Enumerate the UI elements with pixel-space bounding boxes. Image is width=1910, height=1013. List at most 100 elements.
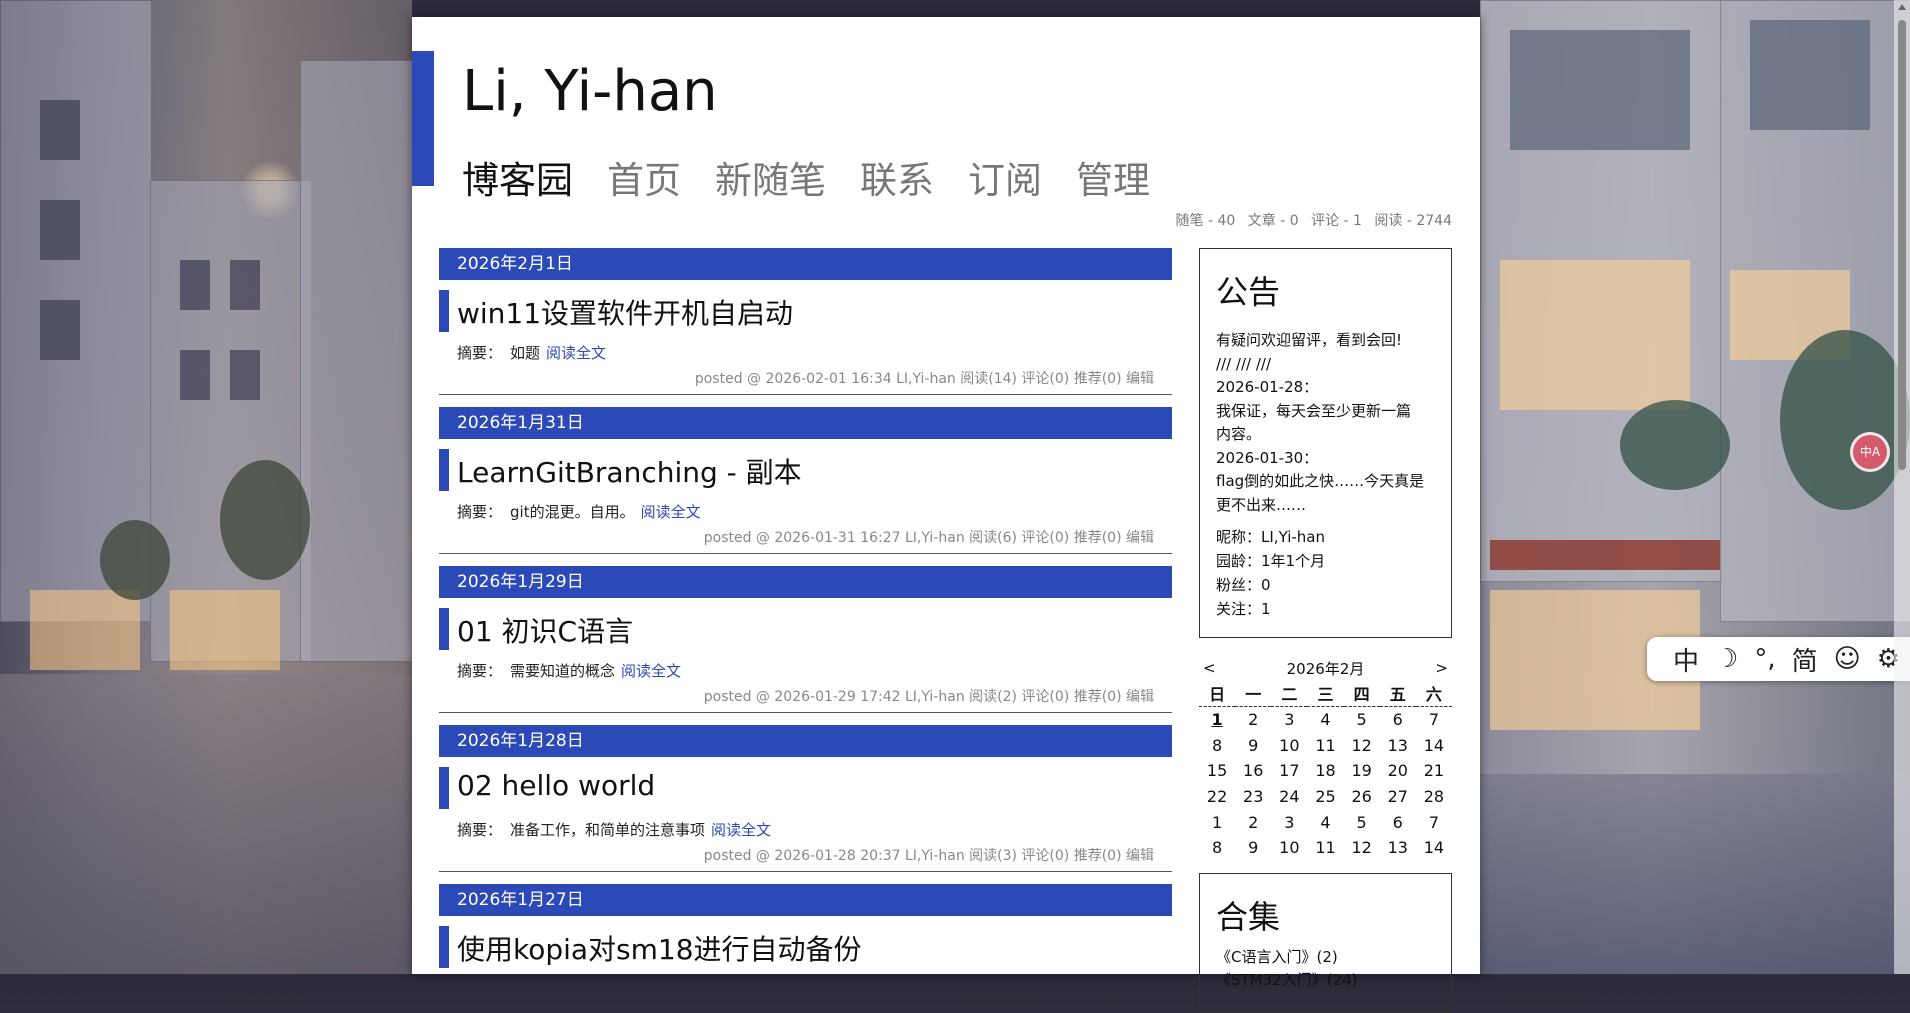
post-date-header: 2026年2月1日	[439, 248, 1172, 280]
read-more-link[interactable]: 阅读全文	[711, 821, 771, 839]
summary-label: 摘要：	[457, 503, 503, 521]
collection-item-link[interactable]: 《C语言入门》(2)	[1216, 946, 1435, 969]
stat-comments: 评论 - 1	[1311, 213, 1362, 229]
edit-link[interactable]: 编辑	[1126, 848, 1154, 864]
notice-line: flag倒的如此之快……今天真是	[1216, 472, 1425, 490]
calendar-day: 19	[1351, 761, 1372, 781]
weekday-label: 三	[1307, 680, 1344, 707]
background-street-left	[0, 0, 414, 974]
profile-label: 昵称：	[1216, 528, 1262, 546]
collection-item-link[interactable]: 《STM32入门》(24)	[1216, 969, 1435, 992]
post-item: 2026年2月1日 win11设置软件开机自启动 摘要： 如题 阅读全文 poste…	[439, 248, 1172, 395]
calendar-day: 2	[1248, 710, 1259, 730]
calendar-day-today[interactable]: 1	[1199, 707, 1235, 733]
scrollbar-thumb[interactable]	[1898, 20, 1906, 470]
post-meta: posted @ 2026-01-28 20:37 LI,Yi-han 阅读(3…	[439, 845, 1172, 865]
notice-line: 更不出来……	[1216, 495, 1307, 514]
nav-cnblogs[interactable]: 博客园	[462, 150, 573, 204]
header-accent-bar	[412, 51, 434, 186]
edit-link[interactable]: 编辑	[1126, 530, 1154, 546]
notice-line: 有疑问欢迎留评，看到会回!	[1216, 331, 1403, 349]
calendar-next-button[interactable]: >	[1431, 659, 1452, 677]
summary-label: 摘要：	[457, 821, 503, 839]
read-more-link[interactable]: 阅读全文	[546, 344, 606, 362]
nav-home[interactable]: 首页	[607, 150, 681, 204]
scroll-up-arrow-icon[interactable]	[1898, 4, 1906, 10]
read-more-link[interactable]: 阅读全文	[641, 503, 701, 521]
calendar-day: 13	[1387, 838, 1408, 858]
blog-page: Li, Yi-han 博客园 首页 新随笔 联系 订阅 管理 随笔 - 40 文…	[412, 17, 1480, 1013]
calendar-day: 14	[1423, 838, 1445, 858]
post-summary: 摘要： 需要知道的概念 阅读全文	[457, 660, 1172, 682]
post-date-header: 2026年1月28日	[439, 725, 1172, 757]
nav-subscribe[interactable]: 订阅	[968, 150, 1042, 204]
profile-nickname-link[interactable]: LI,Yi-han	[1261, 528, 1325, 546]
emoji-icon[interactable]: ☺	[1834, 644, 1861, 674]
post-title-link[interactable]: LearnGitBranching - 副本	[457, 451, 802, 491]
blog-stats: 随笔 - 40 文章 - 0 评论 - 1 阅读 - 2744	[1168, 210, 1452, 230]
profile-age-link[interactable]: 1年1个月	[1261, 552, 1325, 570]
post-title-link[interactable]: 02 hello world	[457, 769, 655, 802]
post-meta: posted @ 2026-01-29 17:42 LI,Yi-han 阅读(2…	[439, 686, 1172, 706]
summary-text: 准备工作，和简单的注意事项	[510, 821, 706, 839]
post-summary: 摘要： git的混更。自用。 阅读全文	[457, 501, 1172, 523]
stat-reads: 阅读 - 2744	[1374, 213, 1452, 229]
sidebar: 公告 有疑问欢迎留评，看到会回! /// /// /// 2026-01-28：…	[1199, 248, 1452, 1013]
weekday-label: 一	[1235, 680, 1272, 707]
calendar-day: 7	[1428, 812, 1440, 832]
translate-avatar-icon[interactable]: 中A	[1850, 432, 1890, 472]
post-meta: posted @ 2026-02-01 16:34 LI,Yi-han 阅读(1…	[439, 368, 1172, 388]
nav-contact[interactable]: 联系	[860, 150, 934, 204]
post-list: 2026年2月1日 win11设置软件开机自启动 摘要： 如题 阅读全文 poste…	[439, 248, 1172, 980]
ime-mode-chinese[interactable]: 中	[1673, 641, 1699, 678]
summary-text: 需要知道的概念	[510, 662, 616, 680]
ime-simplified[interactable]: 简	[1792, 641, 1818, 678]
background-street-right	[1480, 0, 1910, 974]
calendar-day: 14	[1423, 735, 1445, 755]
read-more-link[interactable]: 阅读全文	[621, 662, 681, 680]
post-meta-text: posted @ 2026-02-01 16:34 LI,Yi-han 阅读(1…	[694, 371, 1122, 387]
post-title-link[interactable]: 使用kopia对sm18进行自动备份	[457, 928, 862, 968]
calendar-day: 9	[1248, 838, 1259, 858]
calendar-day: 5	[1356, 710, 1367, 730]
calendar-day: 1	[1211, 812, 1223, 832]
profile-following-link[interactable]: 1	[1261, 600, 1271, 618]
calendar-day: 21	[1423, 761, 1445, 781]
summary-text: git的混更。自用。	[510, 503, 635, 521]
calendar-day: 6	[1392, 812, 1403, 832]
page-scrollbar[interactable]	[1894, 0, 1910, 974]
post-title-marker	[439, 767, 449, 809]
calendar-day: 25	[1315, 787, 1336, 807]
edit-link[interactable]: 编辑	[1126, 371, 1154, 387]
summary-label: 摘要：	[457, 662, 503, 680]
calendar-prev-button[interactable]: <	[1199, 659, 1220, 677]
calendar-day: 28	[1423, 787, 1445, 807]
calendar-day: 11	[1315, 838, 1336, 858]
calendar-day: 13	[1387, 735, 1408, 755]
edit-link[interactable]: 编辑	[1126, 689, 1154, 705]
summary-text: 如题	[510, 344, 541, 362]
calendar-day: 5	[1356, 812, 1367, 832]
calendar-day: 8	[1211, 735, 1223, 755]
blog-title[interactable]: Li, Yi-han	[462, 59, 718, 124]
calendar-grid: 日 一 二 三 四 五 六 1 2 3 4 5 6 7 8 9 10 11 12…	[1199, 680, 1452, 861]
post-divider	[439, 553, 1172, 554]
calendar-day: 12	[1351, 838, 1372, 858]
post-item: 2026年1月31日 LearnGitBranching - 副本 摘要： git…	[439, 407, 1172, 554]
punctuation-icon[interactable]: °,	[1754, 644, 1775, 674]
post-date-header: 2026年1月27日	[439, 884, 1172, 916]
moon-icon[interactable]: ☽	[1715, 644, 1738, 674]
profile-followers-link[interactable]: 0	[1261, 576, 1271, 594]
profile-info: 昵称：LI,Yi-han 园龄：1年1个月 粉丝：0 关注：1	[1216, 525, 1435, 621]
calendar-day: 22	[1206, 787, 1228, 807]
weekday-label: 六	[1415, 680, 1452, 707]
post-divider	[439, 394, 1172, 395]
calendar-day: 17	[1279, 761, 1300, 781]
nav-new-post[interactable]: 新随笔	[715, 150, 826, 204]
notice-line: 2026-01-28：	[1216, 378, 1319, 396]
post-title-link[interactable]: win11设置软件开机自启动	[457, 292, 793, 332]
nav-admin[interactable]: 管理	[1076, 150, 1150, 204]
stat-articles: 文章 - 0	[1247, 213, 1299, 229]
calendar-day: 10	[1279, 838, 1300, 858]
post-title-link[interactable]: 01 初识C语言	[457, 610, 633, 650]
